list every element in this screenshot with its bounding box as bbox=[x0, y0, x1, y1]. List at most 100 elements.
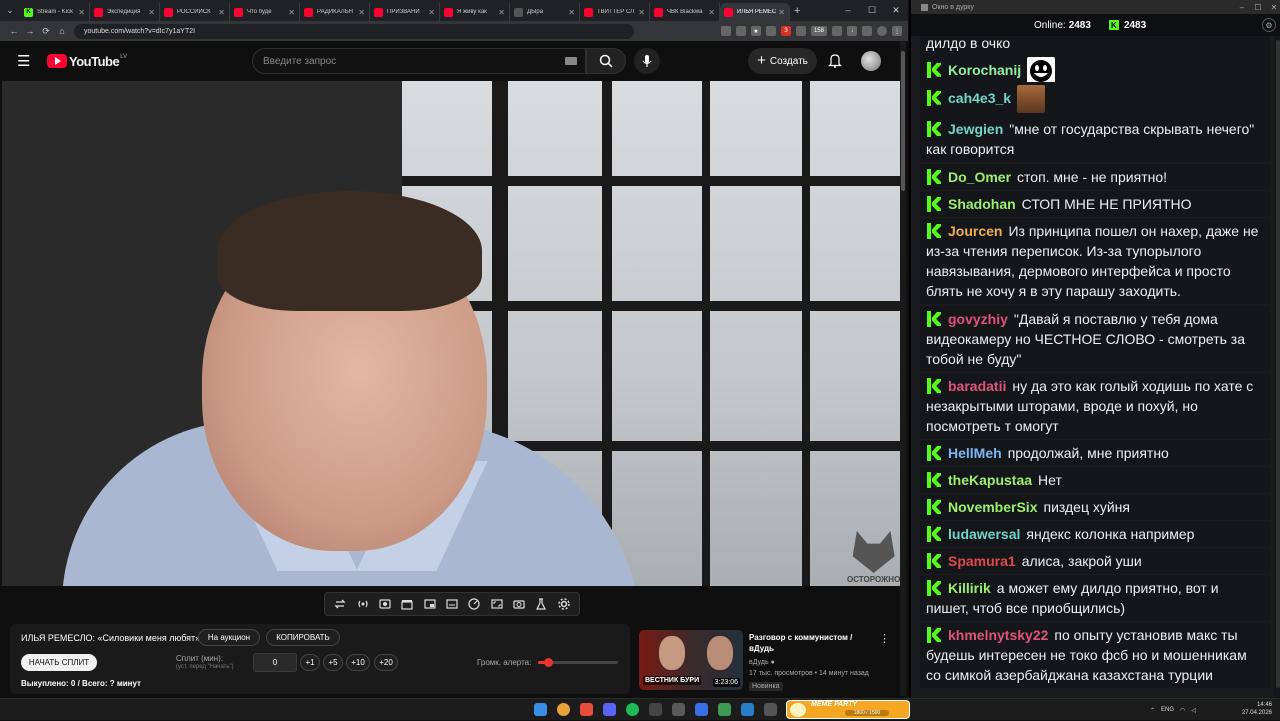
chat-username[interactable]: HellMeh bbox=[948, 445, 1002, 461]
browser-tab[interactable]: ЧВК Blackwa ✕ bbox=[650, 3, 720, 21]
search-button[interactable] bbox=[586, 48, 626, 74]
sidebar-icon[interactable] bbox=[862, 26, 872, 36]
flask-icon[interactable] bbox=[534, 597, 548, 611]
chat-username[interactable]: Jewgien bbox=[948, 121, 1003, 137]
voice-search-button[interactable] bbox=[634, 48, 660, 74]
keyboard-icon[interactable] bbox=[565, 57, 577, 65]
tab-close-icon[interactable]: ✕ bbox=[78, 8, 85, 17]
tab-close-icon[interactable]: ✕ bbox=[498, 8, 505, 17]
page-scrollbar[interactable] bbox=[900, 41, 906, 696]
app-icon[interactable] bbox=[718, 703, 731, 716]
subtitles-icon[interactable] bbox=[445, 597, 459, 611]
language-indicator[interactable]: ENG bbox=[1161, 707, 1174, 713]
browser-tab[interactable]: K Stream - Kick ✕ bbox=[20, 3, 90, 21]
tab-close-icon[interactable]: ✕ bbox=[778, 8, 785, 17]
clock[interactable]: 14:46 27.04.2026 bbox=[1236, 701, 1272, 717]
chat-username[interactable]: Jourcen bbox=[948, 223, 1002, 239]
chat-username[interactable]: Shadohan bbox=[948, 196, 1016, 212]
url-field[interactable]: youtube.com/watch?v=dIc7y1aYT2I bbox=[74, 23, 634, 39]
camera-settings-icon[interactable] bbox=[378, 597, 392, 611]
home-icon[interactable]: ⌂ bbox=[54, 26, 70, 36]
minimize-icon[interactable]: – bbox=[1234, 3, 1250, 12]
pip-icon[interactable] bbox=[423, 597, 437, 611]
app-icon[interactable] bbox=[649, 703, 662, 716]
split-minutes-input[interactable] bbox=[253, 653, 297, 672]
browser-tab[interactable]: Я живу как ✕ bbox=[440, 3, 510, 21]
recommended-channel[interactable]: вДудь ● bbox=[749, 659, 775, 666]
video-player[interactable]: ОСТОРОЖНО bbox=[2, 81, 900, 586]
tab-close-icon[interactable]: ✕ bbox=[708, 8, 715, 17]
chat-scrollbar[interactable] bbox=[1274, 36, 1280, 698]
app-icon[interactable] bbox=[695, 703, 708, 716]
minimize-icon[interactable]: – bbox=[836, 5, 860, 16]
recommended-video[interactable]: ВЕСТНИК БУРИ 3:23:06 Разговор с коммунис… bbox=[639, 630, 899, 696]
more-actions-icon[interactable]: ⋮ bbox=[879, 632, 890, 645]
split-increment-button[interactable]: +10 bbox=[346, 654, 370, 671]
new-tab-button[interactable]: + bbox=[794, 5, 808, 17]
maximize-icon[interactable]: ☐ bbox=[860, 5, 884, 16]
maximize-icon[interactable]: ☐ bbox=[1250, 3, 1266, 12]
chat-username[interactable]: Do_Omer bbox=[948, 169, 1011, 185]
scrollbar-thumb[interactable] bbox=[1276, 40, 1280, 688]
chat-username[interactable]: Spamura1 bbox=[948, 553, 1016, 569]
start-split-button[interactable]: НАЧАТЬ СПЛИТ bbox=[21, 654, 97, 671]
meme-party-widget[interactable]: MEME PARTY 1800 / 1500 bbox=[786, 700, 910, 719]
browser-tab[interactable]: ДЫра ✕ bbox=[510, 3, 580, 21]
recommended-thumbnail[interactable]: ВЕСТНИК БУРИ 3:23:06 bbox=[639, 630, 743, 690]
chrome-icon[interactable] bbox=[557, 703, 570, 716]
tab-close-icon[interactable]: ✕ bbox=[638, 8, 645, 17]
search-input[interactable] bbox=[263, 55, 553, 67]
alert-volume-handle[interactable] bbox=[543, 658, 553, 667]
extension-icon[interactable] bbox=[796, 26, 806, 36]
cast-icon[interactable] bbox=[721, 26, 731, 36]
app-icon[interactable] bbox=[672, 703, 685, 716]
alert-volume-slider[interactable] bbox=[538, 658, 618, 667]
extension-badge-158[interactable]: 158 bbox=[811, 26, 827, 36]
tray-arrow-icon[interactable]: ⌃ bbox=[1150, 707, 1155, 714]
close-icon[interactable]: ✕ bbox=[1266, 3, 1280, 12]
scrollbar-thumb[interactable] bbox=[901, 51, 905, 191]
chat-username[interactable]: govyzhiy bbox=[948, 311, 1008, 327]
speed-icon[interactable] bbox=[467, 597, 481, 611]
close-icon[interactable]: ✕ bbox=[884, 5, 908, 16]
discord-icon[interactable] bbox=[603, 703, 616, 716]
split-increment-button[interactable]: +5 bbox=[323, 654, 343, 671]
auction-button[interactable]: На аукцион bbox=[198, 629, 260, 646]
split-increment-button[interactable]: +1 bbox=[300, 654, 320, 671]
avatar[interactable] bbox=[861, 51, 881, 71]
menu-icon[interactable]: ☰ bbox=[17, 52, 33, 70]
download-icon[interactable]: ↓ bbox=[847, 26, 857, 36]
broadcast-icon[interactable] bbox=[356, 597, 370, 611]
screenshot-icon[interactable] bbox=[512, 597, 526, 611]
tab-close-icon[interactable]: ✕ bbox=[218, 8, 225, 17]
chat-username[interactable]: Korochanij bbox=[948, 62, 1021, 78]
youtube-logo[interactable]: YouTube LV bbox=[47, 54, 127, 69]
extension-icon[interactable] bbox=[766, 26, 776, 36]
copy-button[interactable]: КОПИРОВАТЬ bbox=[266, 629, 340, 646]
volume-icon[interactable]: ◁ bbox=[1191, 707, 1196, 714]
chat-username[interactable]: ludawersal bbox=[948, 526, 1020, 542]
chat-username[interactable]: theKapustaa bbox=[948, 472, 1032, 488]
browser-tab[interactable]: РАДИКАЛЬН ✕ bbox=[300, 3, 370, 21]
chat-username[interactable]: cah4e3_k bbox=[948, 90, 1011, 106]
chat-username[interactable]: khmelnytsky22 bbox=[948, 627, 1048, 643]
tab-close-icon[interactable]: ✕ bbox=[148, 8, 155, 17]
chat-username[interactable]: baradatii bbox=[948, 378, 1006, 394]
tab-close-icon[interactable]: ✕ bbox=[358, 8, 365, 17]
reload-icon[interactable]: ⟳ bbox=[38, 26, 54, 37]
chat-username[interactable]: Killirik bbox=[948, 580, 991, 596]
zoom-icon[interactable] bbox=[736, 26, 746, 36]
extension-icon[interactable] bbox=[832, 26, 842, 36]
split-increment-button[interactable]: +20 bbox=[374, 654, 398, 671]
aspect-icon[interactable] bbox=[490, 597, 504, 611]
wifi-icon[interactable]: ◠ bbox=[1180, 707, 1185, 714]
browser-tab[interactable]: ТВИТТЕР СЛ ✕ bbox=[580, 3, 650, 21]
start-icon[interactable] bbox=[534, 703, 547, 716]
settings-gear-icon[interactable]: ⚙ bbox=[1262, 18, 1276, 32]
chat-username[interactable]: NovemberSix bbox=[948, 499, 1037, 515]
notifications-bell-icon[interactable] bbox=[828, 53, 842, 73]
tab-close-icon[interactable]: ✕ bbox=[428, 8, 435, 17]
app-icon[interactable] bbox=[741, 703, 754, 716]
loop-icon[interactable] bbox=[333, 597, 347, 611]
browser-tab[interactable]: РОССИЙСК ✕ bbox=[160, 3, 230, 21]
